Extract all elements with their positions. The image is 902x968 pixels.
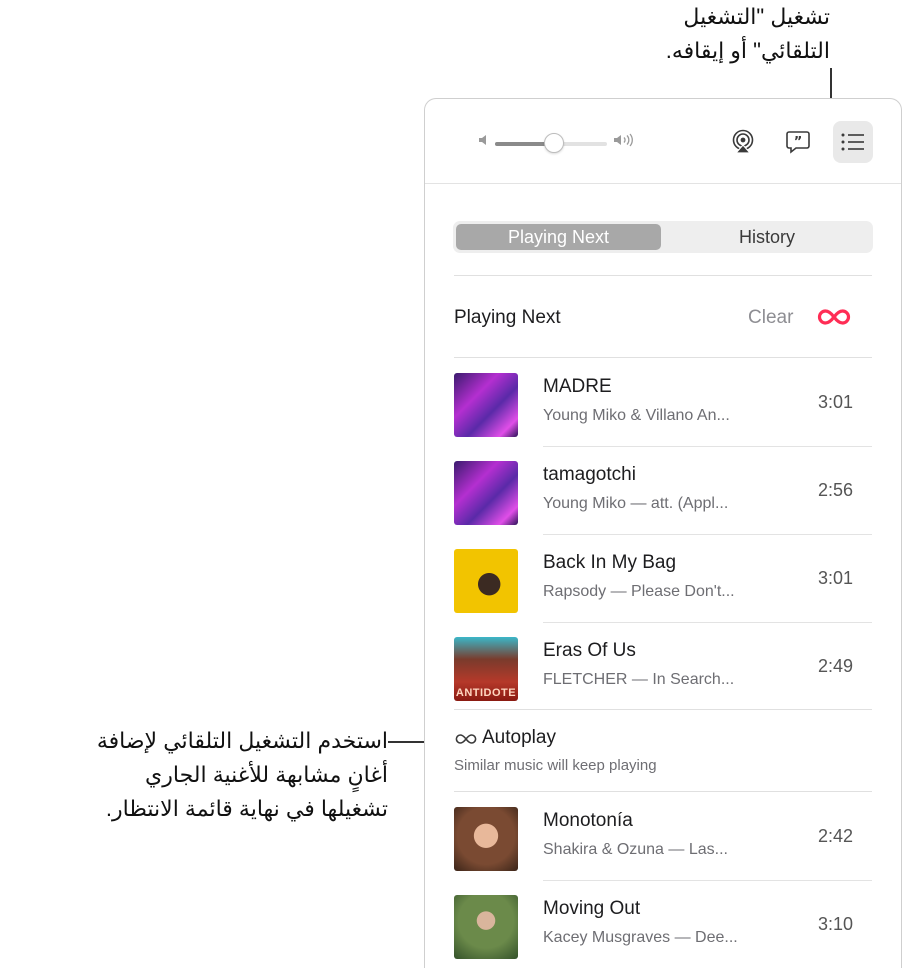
song-artist: Rapsody — Please Don't... [543, 583, 735, 600]
list-icon [841, 133, 864, 151]
callout-line: التلقائي" أو إيقافه. [665, 38, 830, 63]
lyrics-button[interactable]: ” [778, 121, 818, 163]
lyrics-quote-icon: ” [786, 131, 810, 154]
song-artist: Young Miko — att. (Appl... [543, 495, 729, 512]
song-title: Eras Of Us [543, 640, 636, 661]
autoplay-section: Autoplay Similar music will keep playing [454, 727, 872, 793]
callout-autoplay-toggle: تشغيل "التشغيل التلقائي" أو إيقافه. [666, 0, 830, 68]
album-art-text: ANTIDOTE [455, 687, 517, 699]
toolbar: ” [425, 99, 901, 184]
speaker-low-icon [478, 133, 490, 150]
queue-row[interactable]: tamagotchi Young Miko — att. (Appl... 2:… [454, 447, 872, 535]
album-art [454, 549, 518, 613]
song-title: Moving Out [543, 898, 641, 919]
tab-history[interactable]: History [667, 221, 867, 253]
song-duration: 2:49 [817, 656, 853, 676]
callout-line: استخدم التشغيل التلقائي لإضافة [96, 728, 388, 753]
queue-row[interactable]: Back In My Bag Rapsody — Please Don't...… [454, 535, 872, 623]
song-title: Back In My Bag [543, 552, 677, 573]
callout-line: تشغيلها في نهاية قائمة الانتظار. [105, 796, 388, 821]
section-title: Playing Next [454, 307, 561, 328]
queue-row[interactable]: MADRE Young Miko & Villano An... 3:01 [454, 359, 872, 447]
autoplay-toggle-button[interactable] [815, 303, 853, 331]
album-art [454, 895, 518, 959]
song-title: MADRE [543, 376, 612, 397]
speaker-high-icon [613, 133, 635, 150]
album-art: ANTIDOTE [454, 637, 518, 701]
song-artist: FLETCHER — In Search... [543, 671, 735, 688]
svg-text:”: ” [794, 135, 803, 150]
divider [454, 791, 872, 792]
album-art [454, 373, 518, 437]
album-art [454, 807, 518, 871]
song-title: tamagotchi [543, 464, 636, 485]
clear-button[interactable]: Clear [748, 307, 793, 329]
song-artist: Young Miko & Villano An... [543, 407, 730, 424]
autoplay-row[interactable]: Moving Out Kacey Musgraves — Dee... 3:10 [454, 881, 872, 968]
infinity-icon [817, 309, 851, 325]
callout-line: أغانٍ مشابهة للأغنية الجاري [145, 762, 388, 787]
song-duration: 3:01 [817, 568, 853, 588]
song-artist: Shakira & Ozuna — Las... [543, 841, 728, 858]
song-duration: 2:42 [817, 826, 853, 846]
tab-playing-next[interactable]: Playing Next [456, 224, 661, 250]
album-art [454, 461, 518, 525]
divider [454, 357, 872, 358]
queue-row[interactable]: ANTIDOTE Eras Of Us FLETCHER — In Search… [454, 623, 872, 711]
playing-next-panel: ” Playing Next History Playing Next Clea… [424, 98, 902, 968]
autoplay-row[interactable]: Monotonía Shakira & Ozuna — Las... 2:42 [454, 793, 872, 881]
song-duration: 2:56 [817, 480, 853, 500]
callout-autoplay: استخدم التشغيل التلقائي لإضافة أغانٍ مشا… [97, 724, 388, 826]
autoplay-label: Autoplay [482, 727, 556, 748]
song-duration: 3:10 [817, 914, 853, 934]
volume-slider-knob[interactable] [544, 133, 564, 153]
infinity-small-icon [455, 734, 477, 744]
callout-line: تشغيل "التشغيل [683, 4, 830, 29]
airplay-icon [732, 129, 754, 154]
segmented-control: Playing Next History [453, 221, 873, 253]
queue-button[interactable] [833, 121, 873, 163]
autoplay-description: Similar music will keep playing [454, 757, 657, 774]
song-duration: 3:01 [817, 392, 853, 412]
song-artist: Kacey Musgraves — Dee... [543, 929, 738, 946]
airplay-button[interactable] [723, 121, 763, 163]
song-title: Monotonía [543, 810, 633, 831]
divider [454, 275, 872, 276]
divider [454, 709, 872, 710]
